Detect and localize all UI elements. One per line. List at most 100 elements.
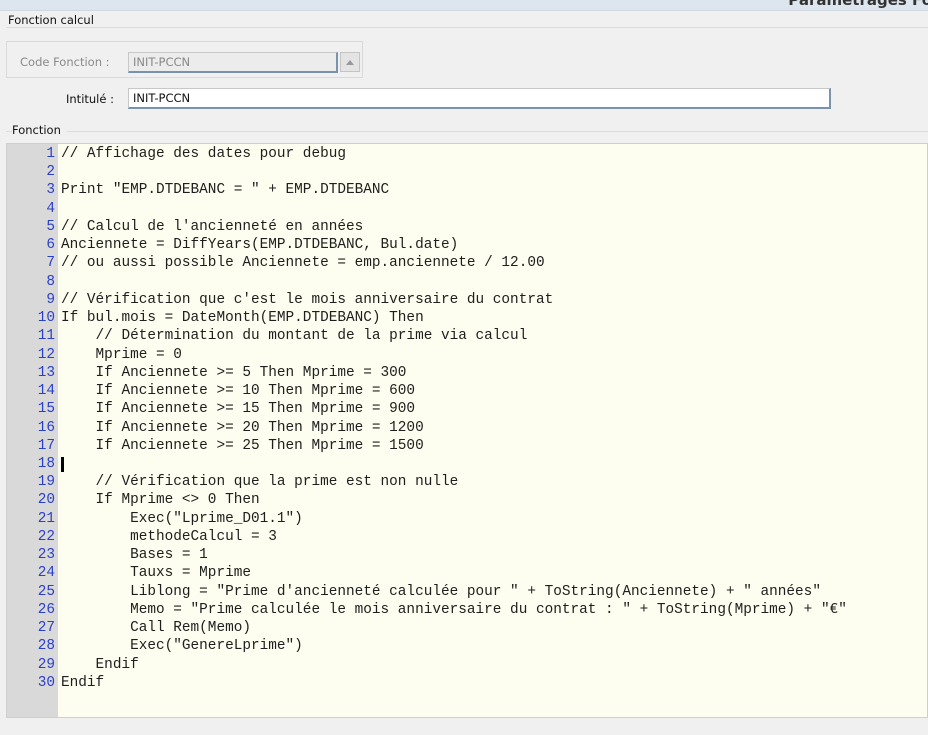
group-label-fonction: Fonction [12, 123, 67, 137]
line-number: 1 [46, 146, 55, 162]
group-divider [6, 131, 928, 132]
window-header: Paramétrages Fo [0, 0, 928, 11]
line-number: 23 [37, 547, 55, 564]
line-number: 12 [37, 346, 55, 363]
text-caret [61, 456, 64, 472]
code-line[interactable]: 5 // Calcul de l'ancienneté en années [7, 218, 927, 236]
group-label-fonction-calcul: Fonction calcul [8, 13, 100, 27]
line-number: 5 [46, 218, 55, 235]
line-number: 28 [37, 638, 55, 655]
code-line[interactable]: 24 Tauxs = Mprime [7, 564, 927, 582]
line-number: 3 [46, 182, 55, 199]
code-line[interactable]: 29 Endif [7, 656, 927, 674]
code-text: methodeCalcul = 3 [61, 528, 277, 545]
code-text: Tauxs = Mprime [61, 565, 251, 582]
code-text: Print "EMP.DTDEBANC = " + EMP.DTDEBANC [61, 182, 390, 199]
code-line[interactable]: 26 Memo = "Prime calculée le mois annive… [7, 601, 927, 619]
code-text: If Anciennete >= 20 Then Mprime = 1200 [61, 419, 424, 436]
code-text: // Calcul de l'ancienneté en années [61, 218, 364, 235]
code-line[interactable]: 30 Endif [7, 674, 927, 692]
line-number: 7 [46, 255, 55, 272]
code-editor[interactable]: 1 // Affichage des dates pour debug 2 3 Prin… [6, 143, 928, 718]
code-text: Endif [61, 674, 105, 691]
code-line[interactable]: 19 // Vérification que la prime est non … [7, 473, 927, 491]
code-text: // Vérification que c'est le mois annive… [61, 291, 554, 308]
code-text: // ou aussi possible Anciennete = emp.an… [61, 255, 545, 272]
intitule-field[interactable]: INIT-PCCN [128, 88, 831, 109]
line-number: 20 [37, 492, 55, 509]
code-text: Exec("GenereLprime") [61, 638, 303, 655]
code-text: If bul.mois = DateMonth(EMP.DTDEBANC) Th… [61, 310, 424, 327]
code-text: Anciennete = DiffYears(EMP.DTDEBANC, Bul… [61, 237, 459, 254]
code-line[interactable]: 23 Bases = 1 [7, 546, 927, 564]
line-number: 17 [37, 437, 55, 454]
code-line[interactable]: 7 // ou aussi possible Anciennete = emp.a… [7, 254, 927, 272]
code-text: // Détermination du montant de la prime … [61, 328, 528, 345]
code-text: Liblong = "Prime d'ancienneté calculée p… [61, 583, 821, 600]
code-text: Endif [61, 656, 139, 673]
line-number: 22 [37, 528, 55, 545]
code-text: // Affichage des dates pour debug [61, 146, 346, 162]
code-line[interactable]: 12 Mprime = 0 [7, 346, 927, 364]
code-line[interactable]: 10 If bul.mois = DateMonth(EMP.DTDEBANC) … [7, 309, 927, 327]
code-line[interactable]: 21 Exec("Lprime_D01.1") [7, 510, 927, 528]
code-text: Mprime = 0 [61, 346, 182, 363]
line-number: 25 [37, 583, 55, 600]
line-number: 26 [37, 601, 55, 618]
line-number: 18 [37, 455, 55, 472]
line-number: 11 [37, 328, 55, 345]
code-line[interactable]: 8 [7, 273, 927, 291]
code-text: If Mprime <> 0 Then [61, 492, 260, 509]
code-text: Exec("Lprime_D01.1") [61, 510, 303, 527]
code-line[interactable]: 6 Anciennete = DiffYears(EMP.DTDEBANC, Bu… [7, 236, 927, 254]
code-text: If Anciennete >= 10 Then Mprime = 600 [61, 383, 416, 400]
line-number: 8 [46, 273, 55, 290]
line-number: 4 [46, 200, 55, 217]
line-number: 27 [37, 620, 55, 637]
code-fonction-label: Code Fonction : [20, 55, 110, 69]
code-line[interactable]: 4 [7, 200, 927, 218]
group-divider [6, 27, 928, 28]
code-line[interactable]: 20 If Mprime <> 0 Then [7, 491, 927, 509]
code-line[interactable]: 25 Liblong = "Prime d'ancienneté calculé… [7, 583, 927, 601]
code-text: If Anciennete >= 15 Then Mprime = 900 [61, 401, 416, 418]
line-number: 10 [37, 310, 55, 327]
code-line[interactable]: 11 // Détermination du montant de la pri… [7, 327, 927, 345]
line-number: 30 [37, 674, 55, 691]
code-lines: 1 // Affichage des dates pour debug 2 3 Prin… [7, 145, 927, 692]
code-line[interactable]: 9 // Vérification que c'est le mois anniv… [7, 291, 927, 309]
line-number: 6 [46, 237, 55, 254]
code-fonction-field[interactable]: INIT-PCCN [128, 52, 338, 73]
window-title: Paramétrages Fo [788, 0, 928, 9]
code-text: If Anciennete >= 25 Then Mprime = 1500 [61, 437, 424, 454]
code-line[interactable]: 16 If Anciennete >= 20 Then Mprime = 120… [7, 419, 927, 437]
line-number: 13 [37, 364, 55, 381]
code-text: If Anciennete >= 5 Then Mprime = 300 [61, 364, 407, 381]
code-line[interactable]: 17 If Anciennete >= 25 Then Mprime = 150… [7, 437, 927, 455]
intitule-label: Intitulé : [66, 92, 114, 106]
arrow-up-icon [346, 59, 354, 65]
line-number: 24 [37, 565, 55, 582]
code-line[interactable]: 14 If Anciennete >= 10 Then Mprime = 600 [7, 382, 927, 400]
code-line[interactable]: 28 Exec("GenereLprime") [7, 637, 927, 655]
code-line[interactable]: 13 If Anciennete >= 5 Then Mprime = 300 [7, 364, 927, 382]
code-line[interactable]: 3 Print "EMP.DTDEBANC = " + EMP.DTDEBANC [7, 181, 927, 199]
line-number: 29 [37, 656, 55, 673]
code-text: Call Rem(Memo) [61, 620, 251, 637]
code-text: Bases = 1 [61, 547, 208, 564]
code-line[interactable]: 27 Call Rem(Memo) [7, 619, 927, 637]
line-number: 14 [37, 383, 55, 400]
code-line[interactable]: 2 [7, 163, 927, 181]
line-number: 19 [37, 474, 55, 491]
code-line[interactable]: 15 If Anciennete >= 15 Then Mprime = 900 [7, 400, 927, 418]
code-text: // Vérification que la prime est non nul… [61, 474, 459, 491]
line-number: 2 [46, 164, 55, 181]
code-line[interactable]: 1 // Affichage des dates pour debug [7, 145, 927, 163]
code-line[interactable]: 22 methodeCalcul = 3 [7, 528, 927, 546]
line-number: 15 [37, 401, 55, 418]
line-number: 9 [46, 291, 55, 308]
code-line[interactable]: 18 [7, 455, 927, 473]
line-number: 21 [37, 510, 55, 527]
code-fonction-lookup-button[interactable] [340, 52, 360, 72]
line-number: 16 [37, 419, 55, 436]
